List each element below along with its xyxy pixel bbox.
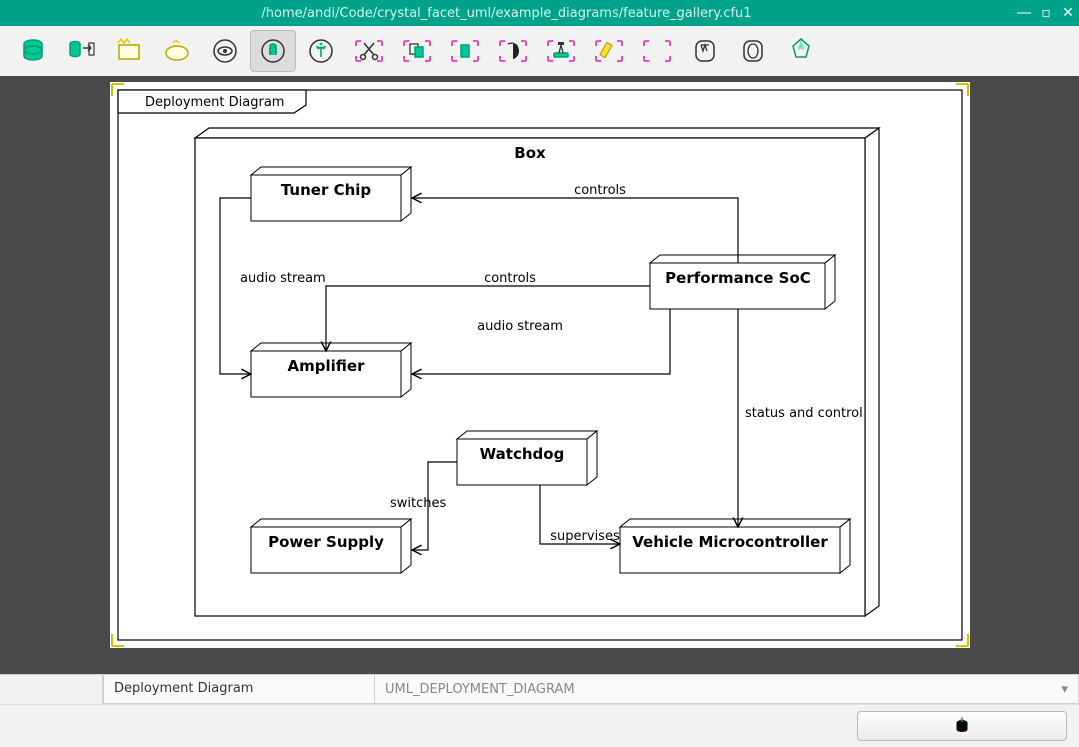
- node-tuner-label: Tuner Chip: [280, 181, 371, 199]
- canvas-area[interactable]: Deployment Diagram Box Tuner Chip Perfor…: [0, 76, 1079, 674]
- node-soc-label: Performance SoC: [665, 269, 811, 287]
- type-dropdown-value: UML_DEPLOYMENT_DIAGRAM: [385, 682, 575, 697]
- export-icon[interactable]: [58, 30, 104, 72]
- name-field[interactable]: Deployment Diagram: [103, 675, 375, 704]
- view-icon[interactable]: [202, 30, 248, 72]
- node-soc[interactable]: Performance SoC: [650, 255, 835, 309]
- chevron-down-icon: ▾: [1061, 682, 1068, 697]
- minimize-button[interactable]: ―: [1013, 2, 1035, 24]
- undo-icon[interactable]: [682, 30, 728, 72]
- commit-button[interactable]: [857, 711, 1067, 741]
- edge-audio-1-label: audio stream: [240, 271, 326, 286]
- type-dropdown[interactable]: UML_DEPLOYMENT_DIAGRAM ▾: [375, 675, 1079, 704]
- box-title: Box: [514, 144, 546, 162]
- database-icon[interactable]: [10, 30, 56, 72]
- edge-controls-1-label: controls: [574, 183, 626, 198]
- edge-status-label: status and control: [745, 406, 863, 421]
- edge-supervises-label: supervises: [550, 529, 620, 544]
- instantiate-icon[interactable]: [538, 30, 584, 72]
- delete-icon[interactable]: [490, 30, 536, 72]
- node-vmc[interactable]: Vehicle Microcontroller: [620, 519, 850, 573]
- node-watchdog[interactable]: Watchdog: [457, 431, 597, 485]
- edge-controls-2-label: controls: [484, 271, 536, 286]
- reset-icon[interactable]: [634, 30, 680, 72]
- node-ps-label: Power Supply: [268, 533, 384, 551]
- new-diagram-icon[interactable]: [154, 30, 200, 72]
- bottom-left-pane: [0, 675, 103, 704]
- about-icon[interactable]: [778, 30, 824, 72]
- cut-icon[interactable]: [346, 30, 392, 72]
- node-power-supply[interactable]: Power Supply: [251, 519, 411, 573]
- node-tuner[interactable]: Tuner Chip: [251, 167, 411, 221]
- node-amplifier[interactable]: Amplifier: [251, 343, 411, 397]
- titlebar: /home/andi/Code/crystal_facet_uml/exampl…: [0, 0, 1079, 26]
- node-vmc-label: Vehicle Microcontroller: [632, 533, 828, 551]
- diagram-canvas[interactable]: Deployment Diagram Box Tuner Chip Perfor…: [110, 82, 970, 648]
- highlight-icon[interactable]: [586, 30, 632, 72]
- window-title: /home/andi/Code/crystal_facet_uml/exampl…: [0, 6, 1013, 21]
- maximize-button[interactable]: ▫: [1035, 2, 1057, 24]
- edge-audio-2-label: audio stream: [477, 319, 563, 334]
- edge-switches-label: switches: [390, 496, 446, 511]
- redo-icon[interactable]: [730, 30, 776, 72]
- node-watchdog-label: Watchdog: [479, 445, 564, 463]
- diagram-tab-label: Deployment Diagram: [145, 95, 284, 110]
- toolbar: [0, 26, 1079, 76]
- paste-icon[interactable]: [442, 30, 488, 72]
- copy-icon[interactable]: [394, 30, 440, 72]
- edit-icon[interactable]: [250, 30, 296, 72]
- close-button[interactable]: ✕: [1057, 2, 1079, 24]
- new-window-icon[interactable]: [106, 30, 152, 72]
- node-amplifier-label: Amplifier: [287, 357, 365, 375]
- bottom-panel: Deployment Diagram UML_DEPLOYMENT_DIAGRA…: [0, 674, 1079, 747]
- create-icon[interactable]: [298, 30, 344, 72]
